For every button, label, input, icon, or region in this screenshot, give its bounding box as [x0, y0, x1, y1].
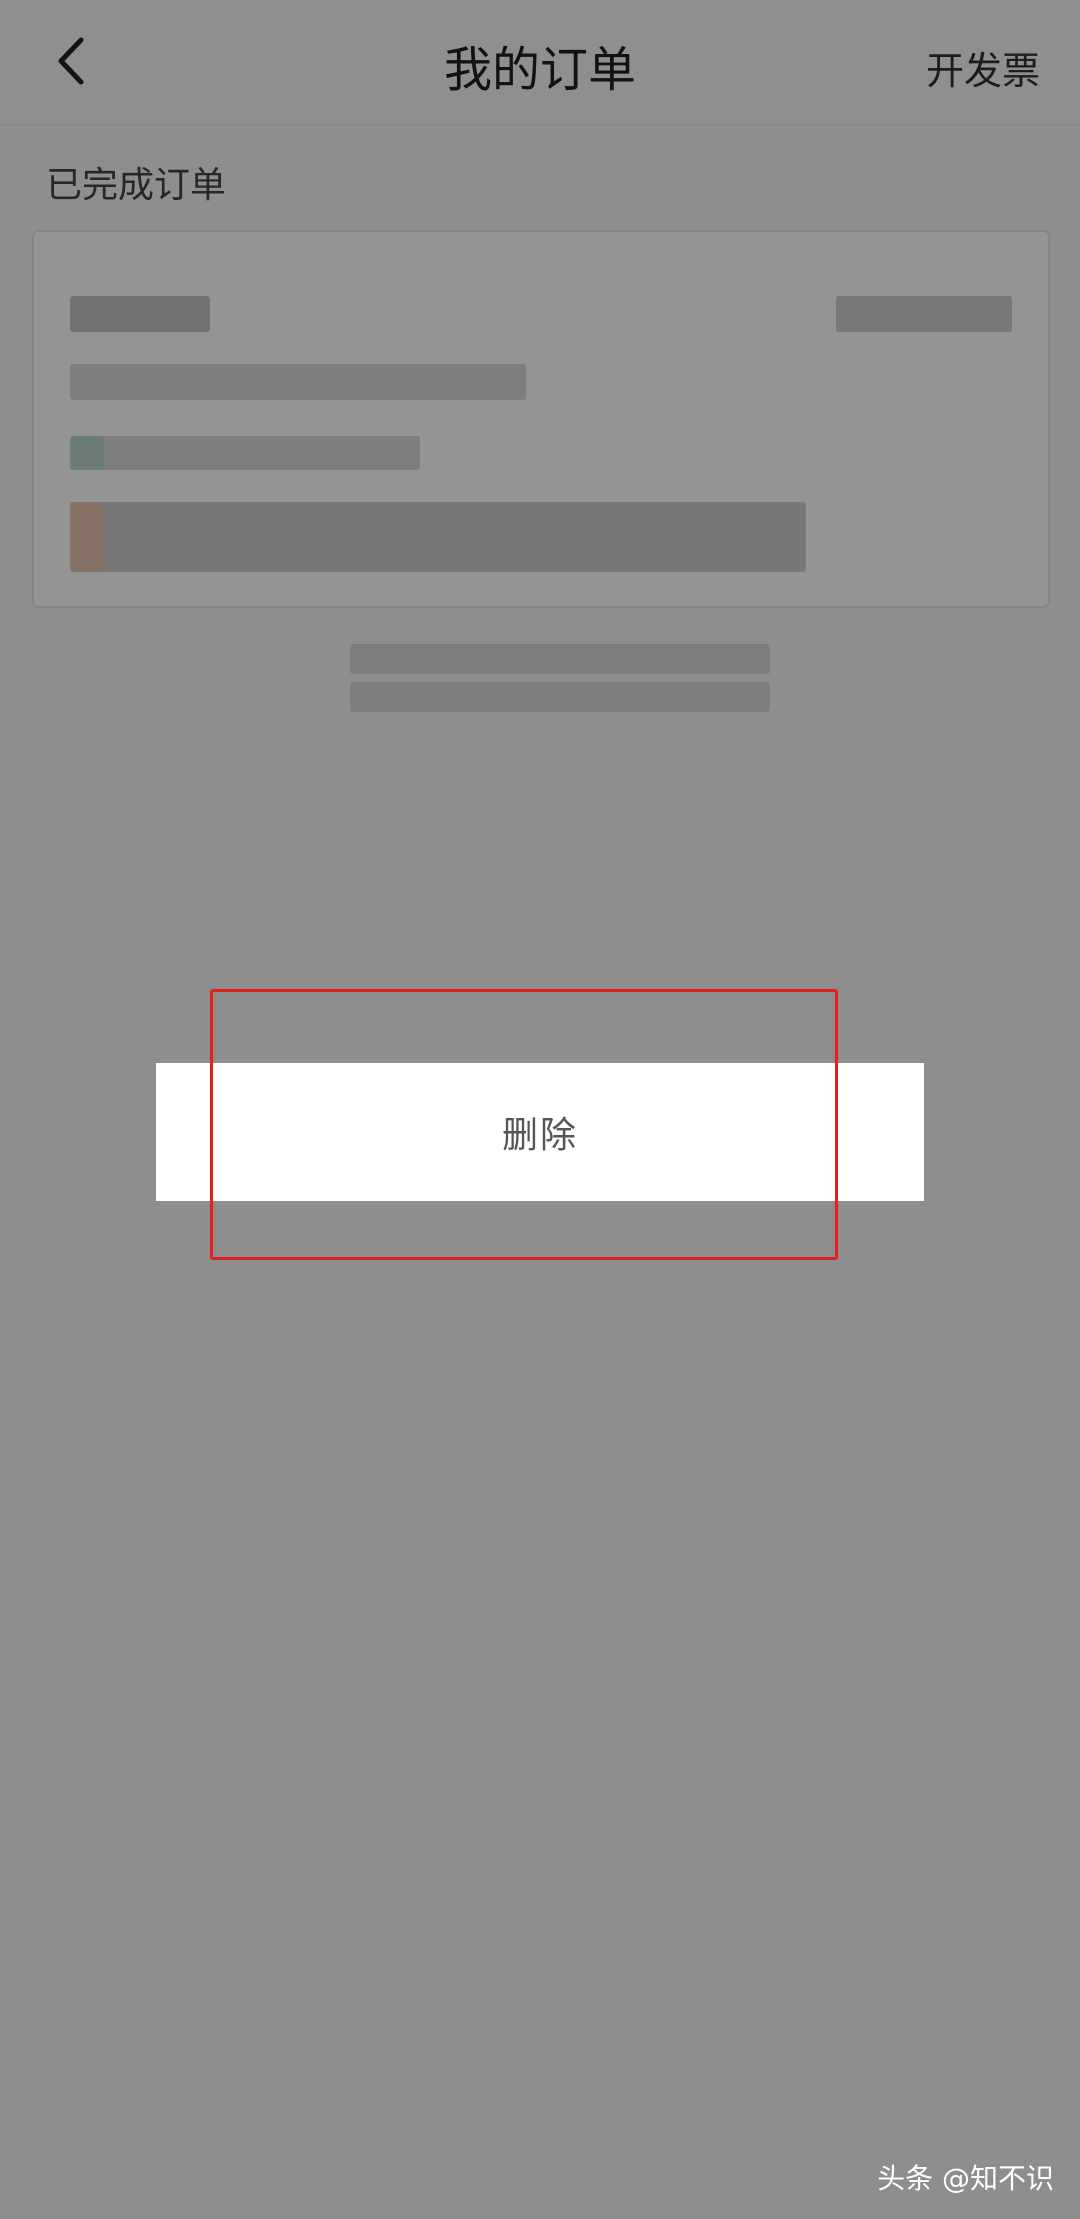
watermark-text: 头条 @知不识 — [877, 2162, 1054, 2195]
delete-option[interactable]: 删除 — [156, 1063, 924, 1201]
delete-label: 删除 — [501, 1115, 578, 1156]
